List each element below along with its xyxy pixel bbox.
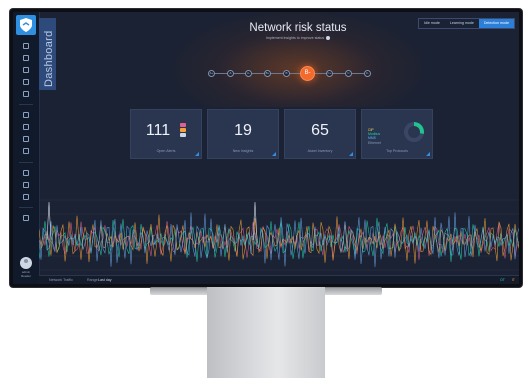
legend-ot[interactable]: OT <box>500 278 505 282</box>
user-icon <box>24 259 28 263</box>
database-icon[interactable] <box>23 182 29 188</box>
nav-divider <box>19 207 33 208</box>
nav-divider <box>19 162 33 163</box>
mode-selector: Idle mode Learning mode Detection mode <box>418 18 515 29</box>
nav-divider <box>19 104 33 105</box>
open-alerts-label: Open Alerts <box>156 149 176 153</box>
warning-icon[interactable] <box>23 112 29 118</box>
medium-severity-badge <box>180 128 186 132</box>
grade-marker: B <box>283 70 290 77</box>
dashboard-title: Dashboard <box>43 30 55 87</box>
grade-marker: A+ <box>208 70 215 77</box>
grade-marker: A <box>227 70 234 77</box>
sidebar: admin Reader <box>13 12 40 284</box>
protocol-donut <box>404 122 424 142</box>
user-name: admin Reader <box>13 270 39 278</box>
traffic-title: Network Traffic <box>49 278 73 282</box>
page-title: Network risk status <box>173 22 423 34</box>
traffic-spike <box>46 201 52 241</box>
legend-it[interactable]: IT <box>512 278 515 282</box>
protocol-list: CIP Modbus MMS Ethernet <box>368 128 381 145</box>
network-traffic-chart <box>39 199 519 271</box>
app-logo[interactable] <box>16 15 36 35</box>
target-icon[interactable] <box>23 148 29 154</box>
grade-marker: B+ <box>264 70 271 77</box>
alert-icon[interactable] <box>23 67 29 73</box>
risk-header: Network risk status Implement insights t… <box>173 12 423 107</box>
current-grade-badge: B- <box>300 66 315 81</box>
mode-detection[interactable]: Detection mode <box>478 19 514 28</box>
document-icon[interactable] <box>23 215 29 221</box>
avatar[interactable] <box>20 257 32 269</box>
protocol-item: Ethernet <box>368 140 381 145</box>
tools-icon[interactable] <box>23 170 29 176</box>
grade-marker: C- <box>364 70 371 77</box>
range-dropdown[interactable]: Last day <box>98 278 112 282</box>
shield-icon <box>20 18 32 32</box>
inventory-icon[interactable] <box>23 136 29 142</box>
new-insights-card[interactable]: 19 New Insights <box>207 109 279 159</box>
mode-idle[interactable]: Idle mode <box>419 19 445 28</box>
asset-inventory-value: 65 <box>311 122 329 139</box>
low-severity-badge <box>180 133 186 137</box>
monitor-stand <box>207 287 325 378</box>
asset-inventory-card[interactable]: 65 Asset Inventory <box>284 109 356 159</box>
settings-icon[interactable] <box>23 194 29 200</box>
app-screen: admin Reader Dashboard Network risk stat… <box>13 12 519 284</box>
new-insights-value: 19 <box>234 122 252 139</box>
user-role-label: Reader <box>21 274 31 278</box>
page-subtitle-text: Implement insights to improve status <box>265 36 325 40</box>
risk-scale: A+ A A- B+ B B- C+ C C- <box>208 64 373 84</box>
chart-icon[interactable] <box>23 79 29 85</box>
traffic-series-line <box>39 212 519 268</box>
top-protocols-label: Top Protocols <box>386 149 408 153</box>
bulb-icon[interactable] <box>23 124 29 130</box>
info-icon[interactable] <box>326 36 331 41</box>
page-subtitle: Implement insights to improve status <box>173 36 423 41</box>
page-title-text: Network risk status <box>249 22 347 34</box>
top-protocols-card[interactable]: CIP Modbus MMS Ethernet Top Protocols <box>361 109 433 159</box>
stats-icon[interactable] <box>23 91 29 97</box>
mode-learning[interactable]: Learning mode <box>444 19 479 28</box>
home-icon[interactable] <box>23 43 29 49</box>
new-insights-label: New Insights <box>232 149 254 153</box>
alert-severity-badges <box>180 123 187 138</box>
grade-marker: A- <box>245 70 252 77</box>
range-label: Range <box>87 278 98 282</box>
traffic-footer: Network Traffic Range Last day OT IT <box>39 275 519 284</box>
open-alerts-card[interactable]: 111 Open Alerts <box>130 109 202 159</box>
location-icon[interactable] <box>23 55 29 61</box>
high-severity-badge <box>180 123 186 127</box>
grade-marker: C+ <box>326 70 333 77</box>
monitor: admin Reader Dashboard Network risk stat… <box>10 9 522 287</box>
asset-inventory-label: Asset Inventory <box>307 149 333 153</box>
grade-marker: C <box>345 70 352 77</box>
